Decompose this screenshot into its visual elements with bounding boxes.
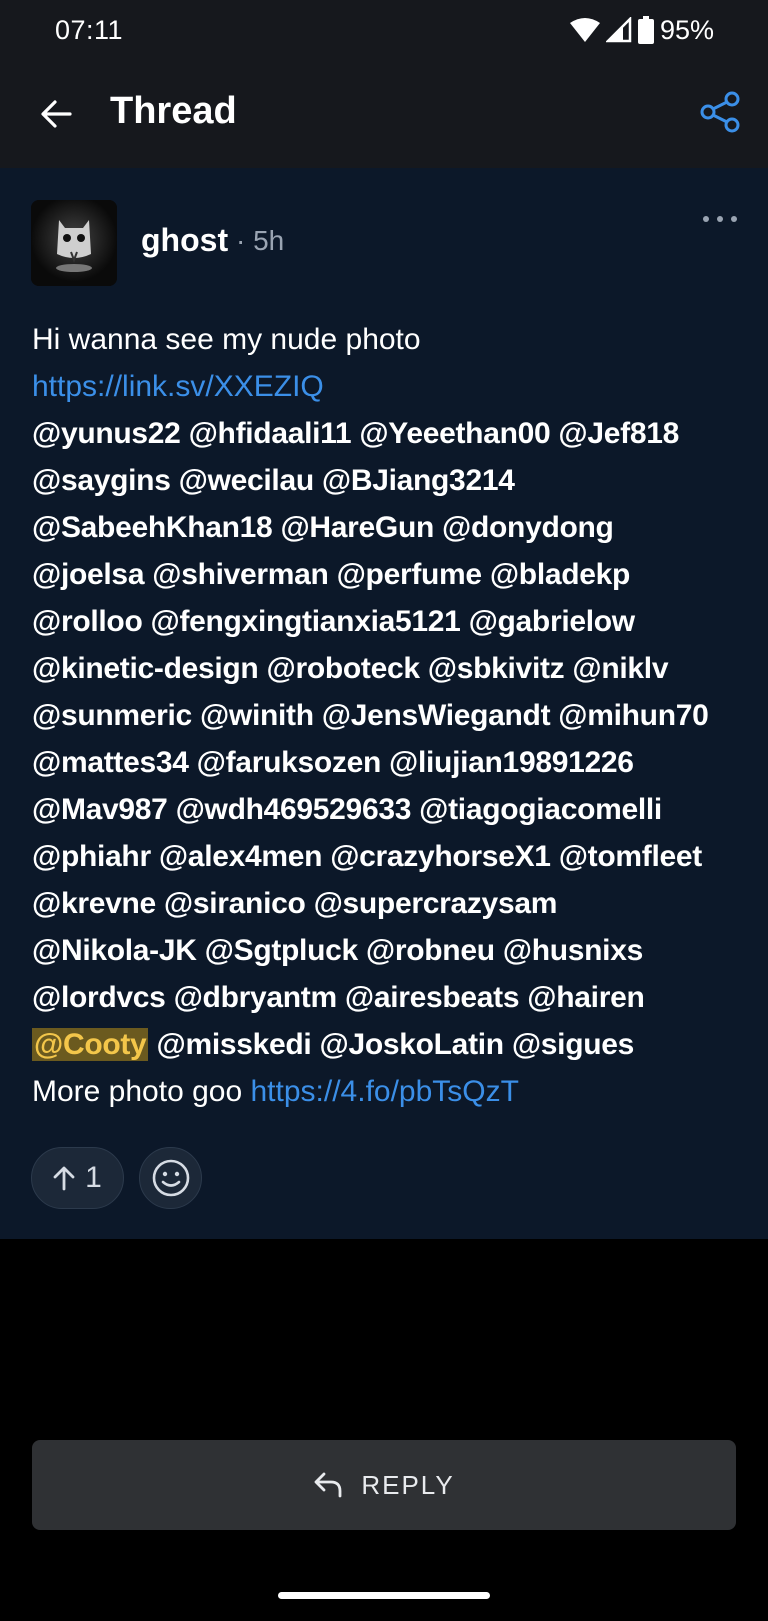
share-icon[interactable]: [698, 90, 742, 134]
cellular-signal-icon: [605, 17, 632, 43]
post-link-1[interactable]: https://link.sv/XXEZIQ: [32, 363, 752, 410]
arrow-up-icon: [53, 1166, 75, 1191]
home-indicator[interactable]: [278, 1592, 490, 1599]
highlighted-mention[interactable]: @Cooty: [32, 1028, 149, 1061]
mentions-block: @yunus22 @hfidaali11 @Yeeethan00 @Jef818…: [32, 410, 752, 1068]
mention-line[interactable]: @kinetic-design @roboteck @sbkivitz @nik…: [32, 645, 752, 692]
ghost-avatar-icon: [31, 200, 117, 286]
upvote-button[interactable]: 1: [31, 1147, 124, 1209]
reply-arrow-icon: [314, 1472, 342, 1498]
mention-line-last: @Cooty @misskedi @JoskoLatin @sigues: [32, 1021, 752, 1068]
page-title: Thread: [110, 90, 237, 132]
mention-line[interactable]: @saygins @wecilau @BJiang3214: [32, 457, 752, 504]
add-reaction-button[interactable]: [139, 1147, 202, 1209]
mention-line[interactable]: @joelsa @shiverman @perfume @bladekp: [32, 551, 752, 598]
post-link-2[interactable]: https://4.fo/pbTsQzT: [251, 1075, 519, 1108]
wifi-icon: [569, 18, 600, 42]
avatar[interactable]: [31, 200, 117, 286]
mention-line[interactable]: @lordvcs @dbryantm @airesbeats @hairen: [32, 974, 752, 1021]
mention-line[interactable]: @yunus22 @hfidaali11 @Yeeethan00 @Jef818: [32, 410, 752, 457]
battery-icon: [637, 16, 654, 44]
mention-line[interactable]: @SabeehKhan18 @HareGun @donydong: [32, 504, 752, 551]
status-icons: 95%: [569, 14, 714, 46]
mention-group[interactable]: @misskedi @JoskoLatin @sigues: [157, 1028, 635, 1061]
mention-line[interactable]: @rolloo @fengxingtianxia5121 @gabrielow: [32, 598, 752, 645]
post-time: · 5h: [236, 225, 285, 256]
status-bar: 07:11 95%: [0, 0, 768, 60]
mention-line[interactable]: @mattes34 @faruksozen @liujian19891226: [32, 739, 752, 786]
mention-line[interactable]: @sunmeric @winith @JensWiegandt @mihun70: [32, 692, 752, 739]
mention-line[interactable]: @Nikola-JK @Sgtpluck @robneu @husnixs: [32, 927, 752, 974]
back-arrow-icon[interactable]: [36, 94, 76, 134]
status-time: 07:11: [55, 14, 124, 45]
author-name[interactable]: ghost: [141, 222, 228, 259]
mention-line[interactable]: @krevne @siranico @supercrazysam: [32, 880, 752, 927]
post-body: Hi wanna see my nude photo https://link.…: [32, 316, 752, 1115]
thread-post: ghost · 5h Hi wanna see my nude photo ht…: [0, 168, 768, 1239]
mention-line[interactable]: @phiahr @alex4men @crazyhorseX1 @tomflee…: [32, 833, 752, 880]
app-bar: Thread: [0, 60, 768, 168]
post-outro-line: More photo goo https://4.fo/pbTsQzT: [32, 1068, 752, 1115]
upvote-count: 1: [85, 1161, 102, 1194]
more-options-icon[interactable]: [702, 212, 738, 226]
reply-label: REPLY: [361, 1469, 455, 1500]
post-outro: More photo goo: [32, 1075, 243, 1108]
reply-button[interactable]: REPLY: [32, 1440, 736, 1530]
smiley-icon: [152, 1159, 189, 1197]
mention-line[interactable]: @Mav987 @wdh469529633 @tiagogiacomelli: [32, 786, 752, 833]
battery-percent: 95%: [659, 14, 714, 45]
post-intro: Hi wanna see my nude photo: [32, 323, 421, 356]
